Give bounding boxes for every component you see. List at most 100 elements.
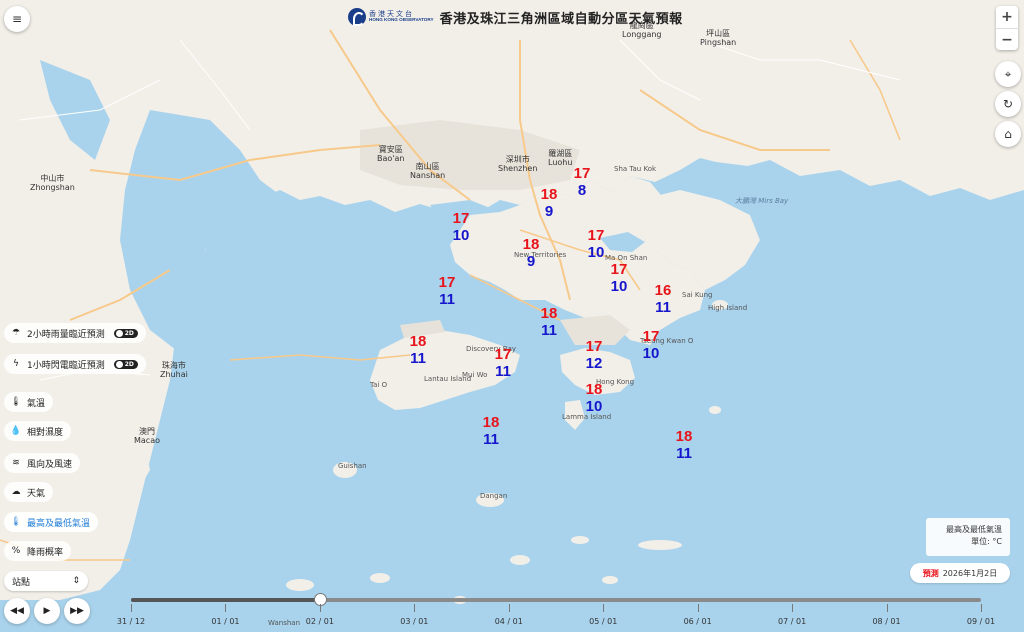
toggle-2d[interactable]: 2D — [113, 328, 138, 338]
forward-button[interactable]: ▶▶ — [64, 598, 90, 624]
temp-marker[interactable]: 17 10 — [581, 228, 611, 260]
locate-button[interactable]: ⌖ — [995, 61, 1021, 87]
legend-unit: 單位: °C — [971, 537, 1002, 546]
map-label-tai-o: Tai O — [370, 381, 388, 389]
map-canvas[interactable]: 寶安區 Bao'an 南山區 Nanshan 深圳市 Shenzhen 羅湖區 Luoh… — [0, 0, 1024, 632]
min-temp: 10 — [642, 345, 660, 362]
layer-label: 相對濕度 — [27, 427, 64, 438]
layer-temperature[interactable]: 🌡 氣溫 — [4, 392, 54, 412]
temp-marker[interactable]: 18 9 — [534, 187, 564, 219]
max-temp: 17 — [438, 274, 456, 291]
layer-label: 1小時閃電臨近預測 — [27, 360, 105, 371]
temp-marker[interactable]: 18 9 — [516, 237, 546, 269]
min-temp: 8 — [577, 182, 587, 199]
min-temp: 11 — [410, 350, 426, 367]
timeline-tick-label: 08 / 01 — [872, 617, 901, 626]
timeline-tick-label: 31 / 12 — [116, 617, 146, 626]
layer-max-min-temp[interactable]: 🌡 最高及最低氣溫 — [4, 512, 99, 532]
lightning-icon: ϟ — [13, 359, 19, 369]
map-label-pingshan: 坪山區 Pingshan — [700, 29, 737, 47]
temp-marker[interactable]: 18 11 — [669, 429, 699, 461]
max-temp: 18 — [540, 186, 558, 203]
max-temp: 16 — [654, 282, 672, 299]
layer-label: 降雨概率 — [27, 547, 64, 558]
temp-marker[interactable]: 17 11 — [488, 347, 518, 379]
home-icon: ⌂ — [1004, 127, 1012, 141]
timeline-tick — [603, 604, 605, 612]
temp-marker[interactable]: 18 11 — [476, 415, 506, 447]
wind-icon: ≋ — [12, 458, 20, 468]
temp-marker[interactable]: 17 11 — [432, 275, 462, 307]
timeline-tick — [508, 604, 510, 612]
min-temp: 11 — [676, 445, 692, 462]
fast-forward-icon: ▶▶ — [70, 606, 84, 616]
max-temp: 17 — [642, 328, 660, 345]
temp-marker[interactable]: 18 10 — [579, 382, 609, 414]
map-label-zhongshan: 中山市 Zhongshan — [30, 174, 75, 192]
max-temp: 17 — [585, 338, 603, 355]
droplet-icon: 💧 — [10, 426, 22, 436]
station-select[interactable]: 站點 ⇕ — [4, 571, 88, 591]
layer-rain-nowcast[interactable]: ☂ 2小時雨量臨近預測 2D — [4, 323, 146, 343]
hamburger-menu-icon: ≡ — [11, 12, 23, 26]
zoom-controls: + − — [996, 6, 1018, 50]
map-label-luohu: 羅湖區 Luohu — [548, 149, 573, 167]
forecast-date: 2026年1月2日 — [942, 568, 998, 578]
home-button[interactable]: ⌂ — [995, 121, 1021, 147]
temp-marker[interactable]: 17 10 — [636, 329, 666, 361]
temp-marker[interactable]: 17 10 — [446, 211, 476, 243]
min-temp: 11 — [439, 291, 455, 308]
map-label-lamma: Lamma Island — [562, 413, 612, 421]
timeline-tick-label: 06 / 01 — [683, 617, 712, 626]
legend-title: 最高及最低氣溫 — [946, 525, 1002, 534]
forecast-date-badge[interactable]: 預測 2026年1月2日 — [910, 563, 1010, 583]
layer-lightning-nowcast[interactable]: ϟ 1小時閃電臨近預測 2D — [4, 354, 146, 374]
toggle-2d[interactable]: 2D — [113, 359, 138, 369]
layer-label: 2小時雨量臨近預測 — [27, 329, 105, 340]
map-label-wanshan: Wanshan — [268, 619, 301, 627]
timeline-tick-label: 02 / 01 — [305, 617, 334, 626]
min-temp: 10 — [587, 244, 605, 261]
refresh-button[interactable]: ↻ — [995, 91, 1021, 117]
timeline-track[interactable] — [131, 593, 981, 606]
temp-marker[interactable]: 16 11 — [648, 283, 678, 315]
min-temp: 12 — [585, 355, 603, 372]
refresh-icon: ↻ — [1002, 97, 1014, 111]
timeline-tick-label: 05 / 01 — [589, 617, 618, 626]
play-icon: ▶ — [43, 606, 51, 616]
zoom-out-button[interactable]: − — [996, 28, 1018, 50]
layer-humidity[interactable]: 💧 相對濕度 — [4, 421, 72, 441]
temp-marker[interactable]: 18 11 — [403, 334, 433, 366]
menu-button[interactable]: ≡ — [4, 6, 30, 32]
base-map — [0, 0, 1024, 604]
crosshair-icon: ⌖ — [1004, 66, 1012, 81]
map-label-guishan: Guishan — [338, 462, 367, 470]
temp-marker[interactable]: 18 11 — [534, 306, 564, 338]
timeline-tick — [981, 604, 982, 612]
play-button[interactable]: ▶ — [34, 598, 60, 624]
layer-wind[interactable]: ≋ 風向及風速 — [4, 453, 81, 473]
map-label-sai-kung: Sai Kung — [682, 291, 713, 299]
rewind-icon: ◀◀ — [10, 606, 24, 616]
max-temp: 17 — [573, 165, 591, 182]
timeline-tick-label: 04 / 01 — [494, 617, 523, 626]
layer-rain-probability[interactable]: % 降雨概率 — [4, 541, 72, 561]
max-temp: 17 — [610, 261, 628, 278]
temp-marker[interactable]: 17 8 — [567, 166, 597, 198]
rewind-button[interactable]: ◀◀ — [4, 598, 30, 624]
layer-weather[interactable]: ☁ 天氣 — [4, 482, 54, 502]
temp-marker[interactable]: 17 10 — [604, 262, 634, 294]
map-label-sha-tau-kok: Sha Tau Kok — [614, 165, 657, 173]
min-temp: 11 — [495, 363, 511, 380]
map-label-dangan: Dangan — [480, 492, 508, 500]
timeline-tick-label: 01 / 01 — [211, 617, 240, 626]
min-temp: 9 — [544, 203, 554, 220]
layer-label: 風向及風速 — [27, 459, 73, 470]
legend: 最高及最低氣溫 單位: °C — [926, 518, 1010, 556]
temp-marker[interactable]: 17 12 — [579, 339, 609, 371]
map-label-macao: 澳門 Macao — [134, 427, 160, 445]
map-label-shenzhen: 深圳市 Shenzhen — [498, 155, 538, 173]
max-temp: 18 — [540, 305, 558, 322]
min-temp: 11 — [655, 299, 671, 316]
zoom-in-button[interactable]: + — [996, 6, 1018, 28]
